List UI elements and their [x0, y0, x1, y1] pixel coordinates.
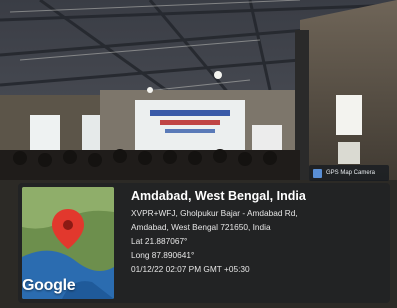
address-line-1: XVPR+WFJ, Gholpukur Bajar - Amdabad Rd, — [131, 208, 298, 218]
google-logo: Google — [22, 277, 76, 294]
latitude-readout: Lat 21.887067° — [131, 236, 188, 246]
gps-badge-label: GPS Map Camera — [326, 170, 376, 176]
longitude-readout: Long 87.890641° — [131, 250, 195, 260]
gps-camera-badge: GPS Map Camera — [309, 165, 389, 181]
location-info: Amdabad, West Bengal, India XVPR+WFJ, Gh… — [131, 189, 386, 278]
address-line-2: Amdabad, West Bengal 721650, India — [131, 222, 271, 232]
location-title: Amdabad, West Bengal, India — [131, 189, 306, 203]
map-pin-icon — [313, 168, 322, 178]
timestamp: 01/12/22 02:07 PM GMT +05:30 — [131, 264, 250, 274]
